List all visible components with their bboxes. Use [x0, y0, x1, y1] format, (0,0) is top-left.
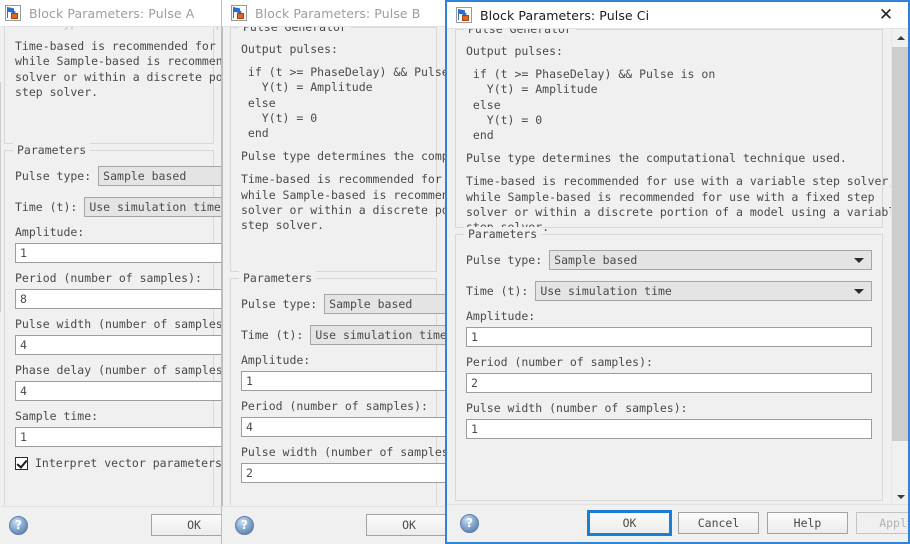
- cut-note-line: Pulse type determines the compu: [15, 27, 222, 31]
- amplitude-input[interactable]: 1: [15, 243, 222, 263]
- pseudocode: if (t >= PhaseDelay) && Pulse is on Y(t)…: [247, 65, 445, 141]
- time-value: Use simulation time: [540, 284, 672, 298]
- titlebar-pulse-a[interactable]: Block Parameters: Pulse A: [0, 0, 222, 27]
- sample-time-input[interactable]: 1: [15, 427, 222, 447]
- time-dropdown[interactable]: Use simulation time: [84, 197, 222, 217]
- simulink-block-icon: [231, 5, 247, 21]
- amplitude-label: Amplitude:: [15, 225, 85, 239]
- pseudocode: if (t >= PhaseDelay) && Pulse is on Y(t)…: [472, 67, 716, 143]
- left-scrollbar-thumb[interactable]: [0, 82, 1, 312]
- pulse-width-label: Pulse width (number of samples):: [15, 317, 222, 331]
- cancel-button[interactable]: Cancel: [678, 512, 759, 534]
- time-label: Time (t):: [241, 328, 304, 342]
- window-pulse-ci[interactable]: Block Parameters: Pulse Ci ✕ Pulse Gener…: [445, 0, 910, 544]
- pulse-type-label: Pulse type:: [466, 253, 543, 267]
- window-body-pulse-b: Pulse Generator Output pulses: if (t >= …: [222, 27, 445, 544]
- period-input[interactable]: 8: [15, 289, 222, 309]
- simulink-block-icon: [456, 7, 472, 23]
- parameters-group-a: Parameters Pulse type: Sample based Time…: [4, 143, 222, 525]
- parameters-group-c: Parameters Pulse type: Sample based Time…: [455, 227, 883, 501]
- titlebar-pulse-ci[interactable]: Block Parameters: Pulse Ci ✕: [447, 2, 908, 29]
- amplitude-input[interactable]: 1: [241, 371, 445, 391]
- amplitude-label: Amplitude:: [241, 353, 311, 367]
- apply-button: Apply: [856, 512, 908, 534]
- help-question-icon[interactable]: ?: [460, 514, 479, 533]
- vertical-scrollbar[interactable]: [891, 29, 908, 505]
- output-pulses-label: Output pulses:: [466, 44, 563, 58]
- chevron-down-icon: [854, 289, 864, 294]
- window-title: Block Parameters: Pulse A: [29, 5, 195, 21]
- phase-delay-input[interactable]: 4: [15, 381, 222, 401]
- help-question-icon[interactable]: ?: [235, 516, 254, 535]
- description-group-c: Pulse Generator Output pulses: if (t >= …: [455, 29, 891, 234]
- ok-button[interactable]: OK: [151, 514, 222, 536]
- period-label: Period (number of samples):: [15, 271, 202, 285]
- time-value: Use simulation time: [89, 200, 221, 214]
- help-button[interactable]: Help: [767, 512, 848, 534]
- parameters-legend: Parameters: [13, 143, 91, 157]
- pulse-type-label: Pulse type:: [241, 297, 318, 311]
- parameters-legend: Parameters: [239, 271, 317, 285]
- button-bar-c: ? OK Cancel Help Apply: [447, 504, 908, 542]
- help-question-icon[interactable]: ?: [9, 516, 28, 535]
- amplitude-input[interactable]: 1: [466, 327, 872, 347]
- note-pulse-type: Pulse type determines the computational …: [241, 149, 445, 164]
- period-input[interactable]: 4: [241, 417, 445, 437]
- period-input[interactable]: 2: [466, 373, 872, 393]
- interpret-vector-checkbox[interactable]: [15, 456, 28, 470]
- description-group-b: Pulse Generator Output pulses: if (t >= …: [230, 27, 445, 272]
- pulse-type-dropdown[interactable]: Sample based: [549, 250, 872, 270]
- parameters-legend: Parameters: [464, 227, 542, 241]
- window-pulse-a[interactable]: Block Parameters: Pulse A Pulse type det…: [0, 0, 222, 544]
- pulse-type-dropdown[interactable]: Sample based: [98, 166, 222, 186]
- period-label: Period (number of samples):: [466, 355, 653, 369]
- block-name-legend: Pulse Generator: [464, 29, 576, 36]
- titlebar-pulse-b[interactable]: Block Parameters: Pulse B: [222, 0, 445, 27]
- pulse-width-input[interactable]: 1: [466, 419, 872, 439]
- window-body-pulse-ci: Pulse Generator Output pulses: if (t >= …: [447, 29, 908, 542]
- close-icon[interactable]: ✕: [864, 2, 908, 29]
- period-label: Period (number of samples):: [241, 399, 428, 413]
- pulse-type-value: Sample based: [103, 169, 187, 183]
- time-label: Time (t):: [15, 200, 78, 214]
- output-pulses-label: Output pulses:: [241, 42, 338, 56]
- chevron-down-icon: [854, 258, 864, 263]
- note-solver: Time-based is recommended for use with a…: [15, 39, 222, 99]
- interpret-vector-checkbox-row[interactable]: Interpret vector parameters as 1-D: [15, 456, 222, 470]
- window-title: Block Parameters: Pulse Ci: [480, 7, 650, 23]
- pulse-width-label: Pulse width (number of samples):: [466, 401, 688, 415]
- time-value: Use simulation time: [315, 328, 445, 342]
- window-body-pulse-a: Pulse type determines the compu Time-bas…: [0, 27, 222, 544]
- left-scrollbar-sliver[interactable]: [0, 27, 1, 507]
- ok-button[interactable]: OK: [587, 510, 672, 536]
- note-solver: Time-based is recommended for use with a…: [241, 172, 445, 233]
- pulse-width-input[interactable]: 2: [241, 463, 445, 483]
- button-bar-b: ? OK: [222, 506, 445, 544]
- time-dropdown[interactable]: Use simulation time: [310, 325, 445, 345]
- button-bar-a: ? OK: [0, 506, 222, 544]
- pulse-width-label: Pulse width (number of samples):: [241, 445, 445, 459]
- phase-delay-label: Phase delay (number of samples):: [15, 363, 222, 377]
- sample-time-label: Sample time:: [15, 409, 99, 423]
- time-label: Time (t):: [466, 284, 529, 298]
- scroll-down-icon[interactable]: [892, 488, 908, 505]
- description-group-a: Pulse type determines the compu Time-bas…: [4, 27, 222, 144]
- pulse-width-input[interactable]: 4: [15, 335, 222, 355]
- time-dropdown[interactable]: Use simulation time: [535, 281, 872, 301]
- scroll-up-icon[interactable]: [892, 29, 908, 46]
- window-pulse-b[interactable]: Block Parameters: Pulse B Pulse Generato…: [222, 0, 445, 544]
- amplitude-label: Amplitude:: [466, 309, 536, 323]
- scrollbar-thumb[interactable]: [892, 47, 908, 441]
- pulse-type-value: Sample based: [329, 297, 413, 311]
- pulse-type-dropdown[interactable]: Sample based: [324, 294, 445, 314]
- parameters-group-b: Parameters Pulse type: Sample based Time…: [230, 271, 445, 544]
- block-name-legend: Pulse Generator: [239, 27, 351, 34]
- pulse-type-value: Sample based: [554, 253, 638, 267]
- ok-button[interactable]: OK: [366, 514, 445, 536]
- pulse-type-label: Pulse type:: [15, 169, 92, 183]
- note-pulse-type: Pulse type determines the computational …: [466, 151, 847, 166]
- interpret-vector-label: Interpret vector parameters as 1-D: [35, 456, 222, 470]
- simulink-block-icon: [5, 5, 21, 21]
- window-title: Block Parameters: Pulse B: [255, 5, 421, 21]
